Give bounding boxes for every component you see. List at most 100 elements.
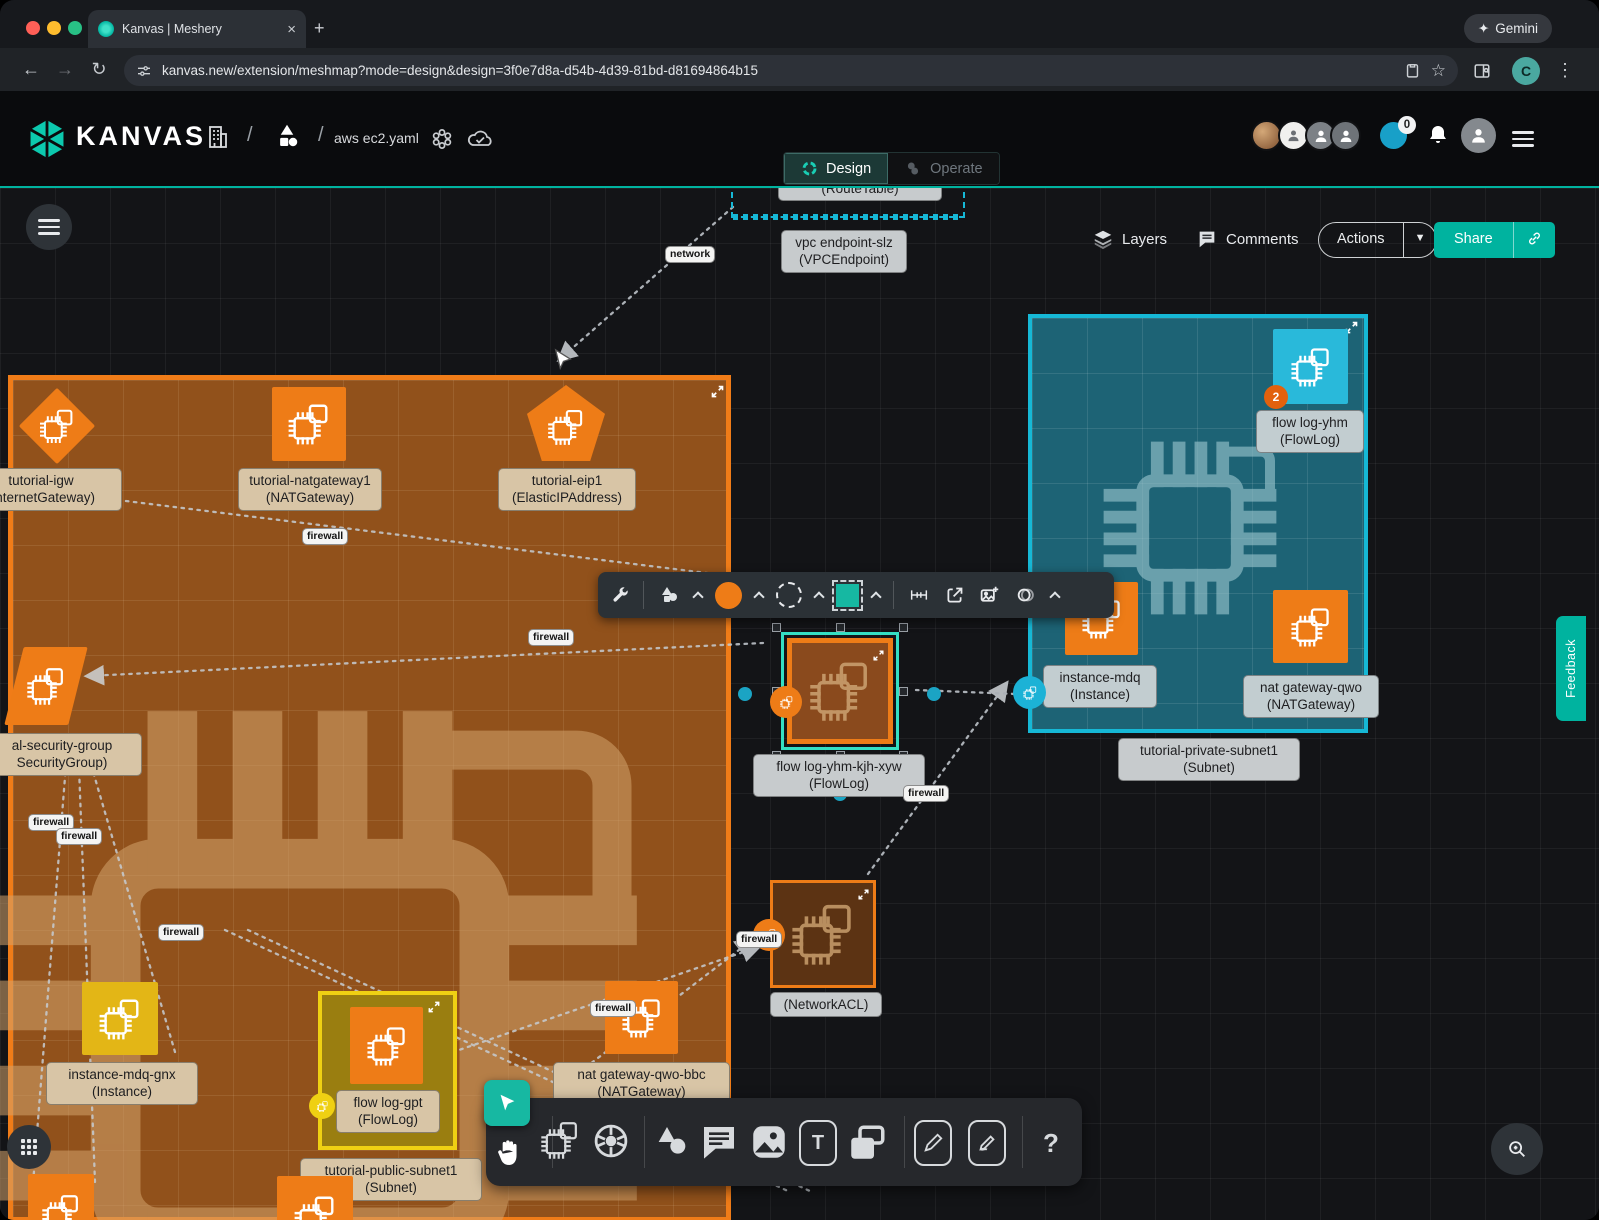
add-image-icon[interactable]	[978, 585, 1001, 606]
selection-handle[interactable]	[836, 623, 845, 632]
maximize-window-button[interactable]	[68, 21, 82, 35]
node-natgateway1[interactable]	[272, 387, 346, 461]
node-partial-bottom-1[interactable]	[28, 1174, 94, 1220]
canvas-menu-button[interactable]	[26, 204, 72, 250]
user-avatar[interactable]	[1461, 118, 1496, 153]
edge-label-firewall[interactable]: firewall	[56, 828, 102, 845]
configure-wrench-icon[interactable]	[610, 585, 630, 605]
address-bar[interactable]: kanvas.new/extension/meshmap?mode=design…	[124, 55, 1458, 86]
node-flowlog-gpt[interactable]	[350, 1007, 423, 1084]
node-label-vpc-endpoint[interactable]: vpc endpoint-slz (VPCEndpoint)	[781, 230, 907, 273]
browser-tab[interactable]: Kanvas | Meshery ×	[88, 10, 306, 48]
node-label-natgateway1[interactable]: tutorial-natgateway1 (NATGateway)	[238, 468, 382, 511]
node-label-security-group[interactable]: al-security-group SecurityGroup)	[0, 733, 142, 776]
notifications-bell-icon[interactable]	[1426, 122, 1450, 148]
select-tool-button[interactable]	[484, 1080, 530, 1126]
flowlog-selected-port-handle[interactable]	[770, 686, 802, 718]
edge-label-firewall[interactable]: firewall	[158, 924, 204, 941]
image-dock-icon[interactable]	[748, 1120, 790, 1164]
node-partial-bottom-2[interactable]	[277, 1176, 353, 1220]
chevron-up-icon[interactable]	[692, 591, 703, 602]
flowlog-gpt-port-handle[interactable]	[309, 1093, 335, 1119]
chevron-up-icon[interactable]	[870, 591, 881, 602]
node-label-instance-mdq-gnx[interactable]: instance-mdq-gnx (Instance)	[46, 1062, 198, 1105]
lasso-tool-icon[interactable]	[1014, 584, 1038, 606]
shapes-dock-icon[interactable]	[652, 1122, 692, 1162]
private-subnet-port-handle[interactable]	[1013, 676, 1046, 709]
forward-button[interactable]: →	[48, 59, 82, 80]
node-label-flowlog-selected[interactable]: flow log-yhm-kjh-xyw (FlowLog)	[753, 754, 925, 797]
expand-icon[interactable]	[872, 649, 885, 662]
tab-operate[interactable]: Operate	[888, 153, 998, 184]
shapes-tool-icon[interactable]	[657, 583, 681, 607]
organization-icon[interactable]	[205, 124, 229, 150]
comment-dock-icon[interactable]	[698, 1122, 740, 1162]
selection-handle[interactable]	[772, 623, 781, 632]
design-canvas[interactable]: (RouteTable) vpc endpoint-slz (VPCEndpoi…	[0, 186, 1599, 1220]
selection-circle-tool[interactable]	[776, 582, 802, 608]
node-label-flowlog-yhm[interactable]: flow log-yhm (FlowLog)	[1256, 410, 1364, 453]
component-tool-icon[interactable]	[538, 1118, 582, 1162]
node-label-network-acl[interactable]: (NetworkACL)	[770, 992, 882, 1017]
node-natgateway-qwo[interactable]	[1273, 590, 1348, 663]
pen-tool-icon[interactable]	[914, 1120, 952, 1166]
open-in-new-icon[interactable]	[944, 585, 965, 606]
comments-button[interactable]: Comments	[1196, 228, 1299, 250]
edge-label-firewall[interactable]: firewall	[590, 1000, 636, 1017]
node-flowlog-selected[interactable]	[787, 638, 893, 744]
selection-handle[interactable]	[899, 623, 908, 632]
node-label-flowlog-gpt[interactable]: flow log-gpt (FlowLog)	[336, 1090, 440, 1133]
expand-icon[interactable]	[427, 1000, 441, 1014]
cloud-save-icon[interactable]	[466, 127, 494, 151]
tab-close-icon[interactable]: ×	[287, 21, 296, 38]
group-select-tool[interactable]	[836, 584, 859, 607]
share-link-icon[interactable]	[1513, 222, 1555, 258]
sticky-note-icon[interactable]	[846, 1122, 888, 1164]
browser-menu-icon[interactable]: ⋮	[1556, 60, 1574, 81]
edge-label-firewall[interactable]: firewall	[528, 629, 574, 646]
gemini-button[interactable]: ✦ Gemini	[1464, 14, 1552, 43]
actions-dropdown-caret[interactable]: ▼	[1403, 223, 1437, 257]
edge-label-network[interactable]: network	[665, 246, 715, 263]
node-label-natgateway-qwo[interactable]: nat gateway-qwo (NATGateway)	[1243, 675, 1379, 718]
share-button[interactable]: Share	[1434, 222, 1555, 258]
color-swatch-orange[interactable]	[715, 582, 742, 609]
save-icon[interactable]	[1404, 62, 1421, 79]
apps-grid-button[interactable]	[7, 1125, 51, 1169]
node-label-instance-mdq[interactable]: instance-mdq (Instance)	[1043, 665, 1157, 708]
edge-label-firewall[interactable]: firewall	[302, 528, 348, 545]
node-natgateway-qwo-bbc[interactable]	[605, 981, 678, 1054]
bookmark-star-icon[interactable]: ☆	[1431, 61, 1446, 81]
rename-text-icon[interactable]	[907, 584, 931, 606]
designs-icon[interactable]	[272, 121, 302, 151]
selection-handle[interactable]	[899, 687, 908, 696]
collaborator-avatar-4[interactable]	[1330, 120, 1361, 151]
back-button[interactable]: ←	[14, 59, 48, 80]
pencil-tool-icon[interactable]	[968, 1120, 1006, 1166]
feedback-tab[interactable]: Feedback	[1556, 616, 1586, 721]
extension-flower-icon[interactable]	[430, 127, 454, 151]
close-window-button[interactable]	[26, 21, 40, 35]
design-file-name[interactable]: aws ec2.yaml	[334, 130, 419, 146]
node-instance-mdq-gnx[interactable]	[82, 982, 158, 1055]
actions-button[interactable]: Actions ▼	[1318, 222, 1437, 258]
help-button[interactable]: ?	[1032, 1120, 1070, 1166]
edge-label-firewall[interactable]: firewall	[903, 785, 949, 802]
edge-label-firewall[interactable]: firewall	[736, 931, 782, 948]
reload-button[interactable]: ↻	[82, 59, 116, 80]
node-label-eip1[interactable]: tutorial-eip1 (ElasticIPAddress)	[498, 468, 636, 511]
node-label-igw[interactable]: tutorial-igw (InternetGateway)	[0, 468, 122, 511]
node-network-acl[interactable]	[770, 880, 876, 988]
expand-icon[interactable]	[857, 888, 870, 901]
chevron-up-icon[interactable]	[1049, 591, 1060, 602]
text-tool-icon[interactable]: T	[799, 1120, 837, 1166]
layers-button[interactable]: Layers	[1092, 228, 1167, 250]
node-label-private-subnet[interactable]: tutorial-private-subnet1 (Subnet)	[1118, 738, 1300, 781]
minimize-window-button[interactable]	[47, 21, 61, 35]
node-label-routetable[interactable]: (RouteTable)	[778, 186, 942, 201]
chevron-up-icon[interactable]	[813, 591, 824, 602]
new-tab-button[interactable]: +	[314, 18, 325, 39]
zoom-button[interactable]	[1491, 1123, 1543, 1175]
app-menu-icon[interactable]	[1512, 127, 1534, 151]
pan-hand-icon[interactable]	[492, 1136, 524, 1170]
